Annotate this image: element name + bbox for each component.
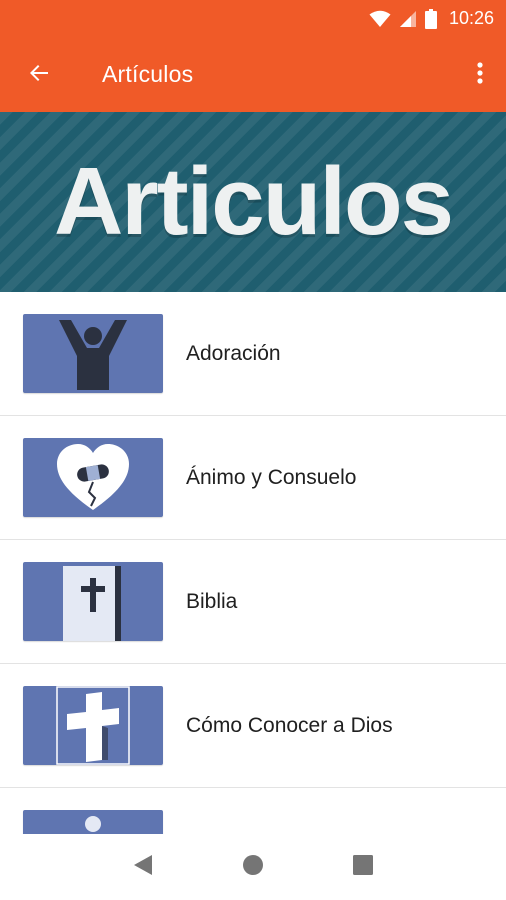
mended-heart-icon [53, 442, 133, 514]
nav-back-button[interactable] [123, 847, 163, 887]
cell-signal-icon [399, 10, 417, 28]
article-thumbnail [23, 686, 163, 765]
list-item-label: Cómo Conocer a Dios [186, 713, 393, 737]
system-nav-bar [0, 834, 506, 900]
article-thumbnail [23, 562, 163, 641]
header-banner: Articulos [0, 112, 506, 292]
list-item[interactable]: Adoración [0, 292, 506, 416]
person-icon [53, 810, 133, 834]
nav-recents-button[interactable] [343, 847, 383, 887]
article-thumbnail [23, 810, 163, 834]
list-item[interactable]: Biblia [0, 540, 506, 664]
nav-home-button[interactable] [233, 847, 273, 887]
list-item-label: Adoración [186, 341, 281, 365]
arrow-back-icon [27, 61, 51, 89]
square-recents-icon [353, 855, 373, 879]
list-item[interactable]: Ánimo y Consuelo [0, 416, 506, 540]
list-item[interactable] [0, 788, 506, 834]
worship-figure-icon [53, 318, 133, 390]
back-button[interactable] [0, 37, 78, 112]
cross-icon [53, 686, 133, 765]
list-item-label: Biblia [186, 589, 238, 613]
article-thumbnail [23, 438, 163, 517]
article-thumbnail [23, 314, 163, 393]
banner-title: Articulos [53, 148, 454, 255]
app-toolbar: Artículos [0, 37, 506, 112]
wifi-icon [369, 10, 391, 28]
status-bar: 10:26 [0, 0, 506, 37]
bible-icon [53, 562, 133, 641]
page-title: Artículos [102, 61, 194, 87]
list-item[interactable]: Cómo Conocer a Dios [0, 664, 506, 788]
more-vert-icon [477, 61, 483, 89]
status-time: 10:26 [448, 8, 494, 28]
list-item-label: Ánimo y Consuelo [186, 465, 357, 489]
circle-home-icon [242, 854, 264, 880]
article-list: Adoración Ánimo y Consuelo Biblia Cómo C… [0, 292, 506, 834]
overflow-menu-button[interactable] [454, 37, 506, 112]
triangle-back-icon [133, 854, 153, 880]
battery-icon [424, 8, 437, 29]
